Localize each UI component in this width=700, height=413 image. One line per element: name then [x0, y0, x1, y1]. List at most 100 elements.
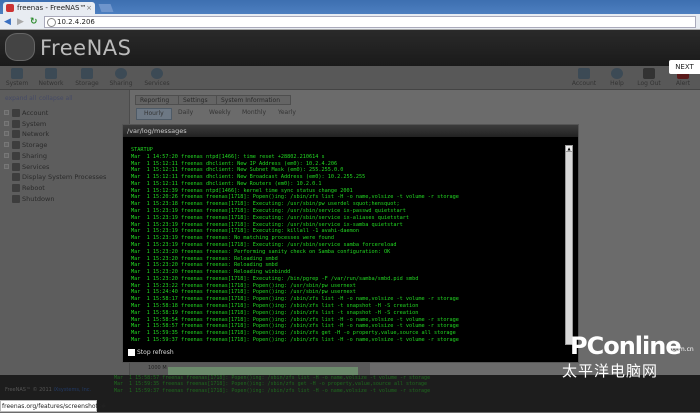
- tab-reporting[interactable]: Reporting: [135, 95, 181, 105]
- log-line: Mar 1 15:23:20 freenas freenas: Performi…: [131, 248, 391, 255]
- sidebar-item-label: System: [22, 119, 47, 128]
- address-bar-row: ◀ ▶ ↻ 10.2.4.206: [0, 14, 700, 30]
- sidebar-item-storage[interactable]: Storage: [4, 140, 47, 150]
- toolbar-logout[interactable]: Log Out: [632, 68, 666, 87]
- scroll-up-icon[interactable]: ▲: [566, 146, 572, 152]
- subtab-yearly[interactable]: Yearly: [278, 108, 296, 118]
- log-output: STARTUP Mar 1 14:57:20 freenas ntpd[1466]…: [131, 147, 566, 347]
- log-line: Mar 1 15:24:40 freenas freenas[1718]: Po…: [131, 289, 356, 296]
- item-icon: [12, 183, 20, 192]
- label: Services: [144, 80, 170, 87]
- sidebar-item-sharing[interactable]: Sharing: [4, 151, 47, 161]
- item-icon: [12, 151, 20, 160]
- item-icon: [12, 162, 20, 171]
- new-tab-button[interactable]: [98, 4, 114, 12]
- log-line: Mar 1 15:23:20 freenas freenas[1718]: Ex…: [131, 275, 419, 282]
- log-line: Mar 1 15:59:37 freenas freenas[1718]: Po…: [114, 387, 431, 394]
- log-line: Mar 1 15:23:20 freenas freenas: Reloadin…: [131, 269, 291, 276]
- subtab-hourly[interactable]: Hourly: [136, 108, 172, 120]
- log-scrollbar[interactable]: ▲: [565, 145, 573, 345]
- sidebar-item-label: Display System Processes: [22, 173, 107, 182]
- help-icon: [611, 68, 623, 79]
- item-icon: [12, 119, 20, 128]
- sidebar-item-reboot[interactable]: Reboot: [4, 183, 45, 193]
- sidebar-item-services[interactable]: Services: [4, 162, 49, 172]
- freenas-header: FreeNAS: [0, 30, 700, 66]
- log-line: Mar 1 15:20:26 freenas freenas[1718]: Po…: [131, 194, 459, 201]
- expand-icon[interactable]: [4, 110, 9, 115]
- back-icon[interactable]: ◀: [4, 16, 11, 28]
- label: Alert: [675, 80, 691, 87]
- sidebar-item-system[interactable]: System: [4, 119, 46, 129]
- log-line: Mar 1 15:58:18 freenas freenas[1718]: Po…: [131, 302, 419, 309]
- watermark-brand: PConline: [570, 332, 682, 360]
- toolbar-network[interactable]: Network: [34, 68, 68, 87]
- sidebar-item-account[interactable]: Account: [4, 108, 48, 118]
- expand-icon[interactable]: [4, 120, 9, 126]
- sidebar-item-label: Network: [22, 130, 50, 139]
- log-line: Mar 1 15:58:19 freenas freenas[1718]: Po…: [131, 309, 419, 316]
- sidebar-item-label: Services: [22, 162, 50, 171]
- toolbar-services[interactable]: Services: [140, 68, 174, 87]
- log-line: Mar 1 15:23:20 freenas freenas: Reloadin…: [131, 262, 278, 269]
- url-input[interactable]: 10.2.4.206: [44, 16, 696, 28]
- browser-tab[interactable]: freenas - FreeNAS™ Fr×: [3, 2, 95, 24]
- sharing-icon: [115, 68, 127, 79]
- expand-icon[interactable]: [4, 152, 9, 158]
- log-line: Mar 1 15:12:11 freenas dhclient: New Sub…: [131, 167, 344, 174]
- log-line: Mar 1 15:23:19 freenas freenas[1718]: Ex…: [131, 208, 406, 215]
- log-line: Mar 1 15:12:39 freenas ntpd[1466]: kerne…: [131, 187, 353, 194]
- browser-tab-bar: freenas - FreeNAS™ Fr×: [0, 0, 700, 24]
- expand-icon[interactable]: [4, 163, 9, 169]
- watermark-chinese: 太平洋电脑网: [562, 362, 659, 380]
- label: Sharing: [109, 80, 133, 87]
- toolbar-system[interactable]: System: [0, 68, 34, 87]
- toolbar-sharing[interactable]: Sharing: [104, 68, 138, 87]
- brand-name: FreeNAS: [40, 36, 132, 60]
- reload-icon[interactable]: ↻: [30, 16, 38, 28]
- sidebar-item-display-system-processes[interactable]: Display System Processes: [4, 172, 106, 182]
- sidebar-item-label: Sharing: [22, 151, 47, 160]
- log-line: Mar 1 15:59:35 freenas freenas[1718]: Po…: [114, 381, 428, 388]
- account-icon: [578, 68, 590, 79]
- item-icon: [12, 173, 20, 182]
- log-line: Mar 1 15:23:19 freenas freenas[1718]: Ex…: [131, 228, 359, 235]
- expand-all-link[interactable]: expand all: [5, 95, 36, 102]
- favicon-icon: [6, 4, 14, 12]
- log-line: Mar 1 15:59:37 freenas freenas[1718]: Po…: [131, 336, 459, 343]
- services-icon: [151, 68, 163, 79]
- label: Log Out: [637, 80, 661, 87]
- graph-area: [168, 367, 358, 375]
- stop-refresh-checkbox[interactable]: Stop refresh: [128, 349, 174, 357]
- sidebar-item-network[interactable]: Network: [4, 129, 49, 139]
- tab-system-information[interactable]: System Information: [216, 95, 292, 105]
- log-line: STARTUP: [131, 147, 153, 153]
- forward-icon[interactable]: ▶: [17, 16, 24, 28]
- subtab-daily[interactable]: Daily: [178, 108, 193, 118]
- log-line: Mar 1 15:23:19 freenas freenas: No match…: [131, 235, 335, 242]
- item-icon: [12, 141, 20, 150]
- close-tab-icon[interactable]: ×: [86, 2, 92, 14]
- subtab-monthly[interactable]: Monthly: [242, 108, 266, 118]
- logout-x-icon: [643, 68, 655, 79]
- tab-settings[interactable]: Settings: [178, 95, 219, 105]
- subtab-weekly[interactable]: Weekly: [209, 108, 231, 118]
- collapse-all-link[interactable]: collapse all: [39, 95, 73, 102]
- expand-icon[interactable]: [4, 142, 9, 148]
- toolbar-help[interactable]: Help: [600, 68, 634, 87]
- log-messages-dialog: /var/log/messages STARTUP Mar 1 14:57:20 …: [122, 124, 579, 363]
- log-line: Mar 1 15:12:11 freenas dhclient: New Bro…: [131, 174, 366, 181]
- log-line: Mar 1 14:57:20 freenas ntpd[1466]: time …: [131, 153, 325, 160]
- item-icon: [12, 194, 20, 203]
- storage-icon: [81, 68, 93, 79]
- log-line: Mar 1 15:58:57 freenas freenas[1718]: Po…: [131, 323, 459, 330]
- company-link[interactable]: iXsystems, Inc.: [53, 387, 91, 393]
- item-icon: [12, 130, 20, 139]
- toolbar-storage[interactable]: Storage: [70, 68, 104, 87]
- next-button[interactable]: NEXT: [669, 60, 700, 74]
- expand-icon[interactable]: [4, 131, 9, 137]
- toolbar-account[interactable]: Account: [567, 68, 601, 87]
- sidebar-item-label: Storage: [22, 141, 48, 150]
- sidebar-item-shutdown[interactable]: Shutdown: [4, 194, 54, 204]
- log-line: Mar 1 15:59:35 freenas freenas[1718]: Po…: [131, 330, 456, 337]
